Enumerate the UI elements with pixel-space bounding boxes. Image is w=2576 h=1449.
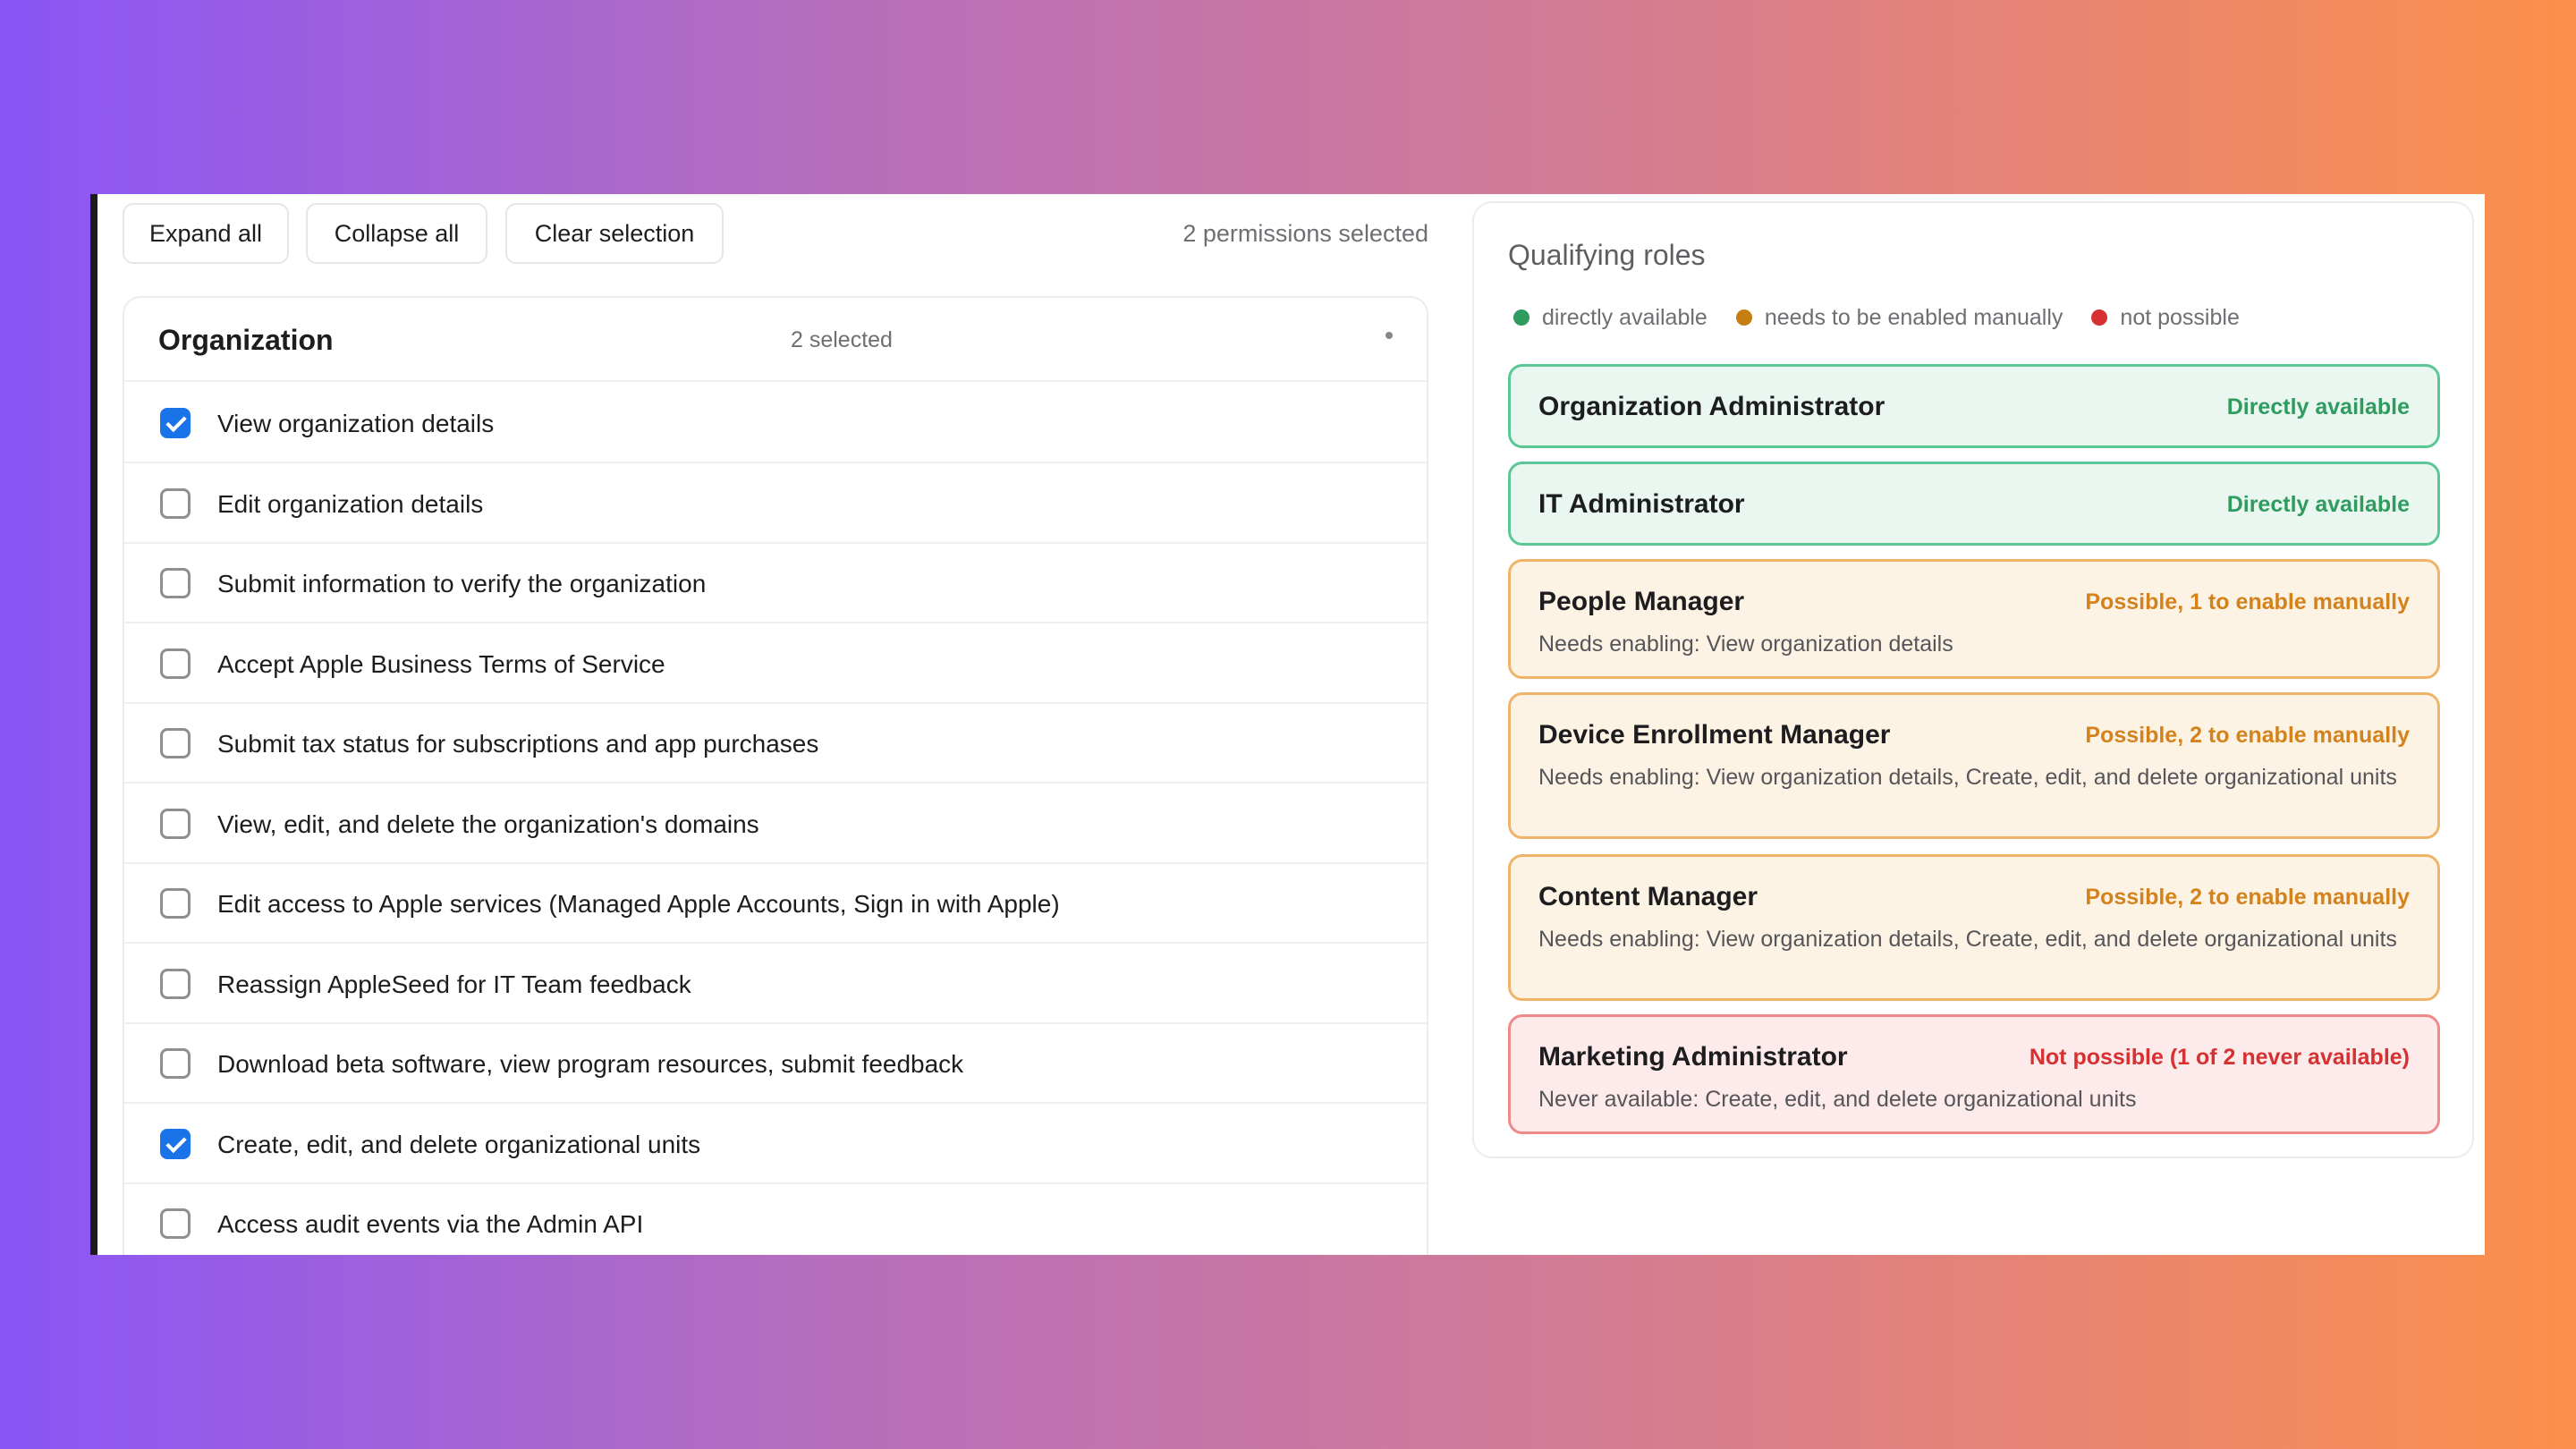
legend-label: directly available <box>1542 304 1707 330</box>
role-name: Device Enrollment Manager <box>1538 720 1891 750</box>
role-card[interactable]: IT Administrator Directly available <box>1508 462 2440 546</box>
role-card[interactable]: Content Manager Possible, 2 to enable man… <box>1508 854 2440 1001</box>
legend-item: not possible <box>2091 304 2240 331</box>
role-card[interactable]: Organization Administrator Directly avail… <box>1508 364 2440 448</box>
permission-checkbox[interactable] <box>160 808 191 839</box>
group-title: Organization <box>158 324 334 356</box>
collapse-caret-icon[interactable] <box>1385 332 1393 339</box>
permission-row[interactable]: Edit access to Apple services (Managed A… <box>124 864 1427 944</box>
role-status: Directly available <box>2226 394 2410 419</box>
permission-checkbox[interactable] <box>160 408 191 438</box>
qualifying-roles-title: Qualifying roles <box>1508 239 1706 271</box>
role-card[interactable]: People Manager Possible, 1 to enable manu… <box>1508 559 2440 679</box>
role-detail: Needs enabling: View organization detail… <box>1538 927 2397 952</box>
permission-row[interactable]: Accept Apple Business Terms of Service <box>124 624 1427 704</box>
role-detail: Needs enabling: View organization detail… <box>1538 631 1953 657</box>
selection-count: 2 permissions selected <box>1182 220 1428 247</box>
group-header[interactable]: Organization 2 selected <box>124 298 1427 382</box>
role-name: People Manager <box>1538 587 1745 616</box>
permission-label: Edit organization details <box>217 489 484 518</box>
clear-selection-button[interactable]: Clear selection <box>505 203 724 264</box>
group-selected-count: 2 selected <box>791 327 893 352</box>
permission-checkbox[interactable] <box>160 648 191 679</box>
permission-checkbox[interactable] <box>160 568 191 598</box>
role-name: IT Administrator <box>1538 489 1745 519</box>
permission-label: Edit access to Apple services (Managed A… <box>217 890 1060 918</box>
permission-checkbox[interactable] <box>160 487 191 519</box>
role-card[interactable]: Marketing Administrator Not possible (1 o… <box>1508 1014 2440 1134</box>
permission-row[interactable]: Download beta software, view program res… <box>124 1024 1427 1104</box>
role-detail: Never available: Create, edit, and delet… <box>1538 1087 2137 1112</box>
collapse-all-button[interactable]: Collapse all <box>306 203 487 264</box>
permission-checkbox[interactable] <box>160 888 191 919</box>
role-status: Directly available <box>2226 492 2410 517</box>
role-detail: Needs enabling: View organization detail… <box>1538 765 2397 790</box>
permission-row[interactable]: Create, edit, and delete organizational … <box>124 1105 1427 1184</box>
permission-label: Access audit events via the Admin API <box>217 1210 644 1238</box>
permission-checkbox[interactable] <box>160 1128 191 1159</box>
role-name: Organization Administrator <box>1538 392 1885 421</box>
permission-label: Submit tax status for subscriptions and … <box>217 730 819 758</box>
role-card[interactable]: Device Enrollment Manager Possible, 2 to … <box>1508 692 2440 839</box>
expand-all-button[interactable]: Expand all <box>123 203 289 264</box>
permission-label: Submit information to verify the organiz… <box>217 570 707 597</box>
app-window: Expand all Collapse all Clear selection … <box>90 194 2485 1255</box>
permission-group-organization: Organization 2 selected View organizatio… <box>123 296 1428 1255</box>
legend-label: not possible <box>2120 304 2240 330</box>
permission-label: Create, edit, and delete organizational … <box>217 1130 701 1158</box>
role-status: Possible, 2 to enable manually <box>2085 723 2410 748</box>
permissions-panel: Expand all Collapse all Clear selection … <box>123 194 1522 1255</box>
role-name: Content Manager <box>1538 882 1758 911</box>
role-status: Possible, 2 to enable manually <box>2085 885 2410 910</box>
permission-row[interactable]: View organization details <box>124 384 1427 463</box>
permission-label: Reassign AppleSeed for IT Team feedback <box>217 970 691 998</box>
permission-checkbox[interactable] <box>160 728 191 758</box>
permission-row[interactable]: Edit organization details <box>124 464 1427 544</box>
legend-label: needs to be enabled manually <box>1764 304 2063 330</box>
role-name: Marketing Administrator <box>1538 1042 1848 1072</box>
legend-dot-icon <box>1735 309 1752 326</box>
permission-label: View organization details <box>217 410 495 437</box>
legend-dot-icon <box>2091 309 2108 326</box>
legend-item: needs to be enabled manually <box>1735 304 2063 331</box>
permission-row[interactable]: View, edit, and delete the organization'… <box>124 784 1427 864</box>
permission-label: View, edit, and delete the organization'… <box>217 809 759 838</box>
permission-row[interactable]: Submit tax status for subscriptions and … <box>124 704 1427 784</box>
permission-row[interactable]: Access audit events via the Admin API <box>124 1184 1427 1255</box>
permission-checkbox[interactable] <box>160 1208 191 1239</box>
permission-checkbox[interactable] <box>160 1048 191 1079</box>
permission-row[interactable]: Submit information to verify the organiz… <box>124 544 1427 623</box>
legend: directly available needs to be enabled ma… <box>1513 301 2268 334</box>
qualifying-roles-panel: Qualifying roles directly available needs… <box>1472 201 2474 1158</box>
permission-label: Accept Apple Business Terms of Service <box>217 649 665 678</box>
legend-item: directly available <box>1513 305 1707 331</box>
role-status: Not possible (1 of 2 never available) <box>2029 1045 2410 1070</box>
permission-row[interactable]: Reassign AppleSeed for IT Team feedback <box>124 945 1427 1024</box>
role-status: Possible, 1 to enable manually <box>2085 589 2410 614</box>
legend-dot-icon <box>1513 309 1530 326</box>
permission-checkbox[interactable] <box>160 968 191 999</box>
permission-label: Download beta software, view program res… <box>217 1050 964 1078</box>
toolbar: Expand all Collapse all Clear selection … <box>123 203 1522 264</box>
